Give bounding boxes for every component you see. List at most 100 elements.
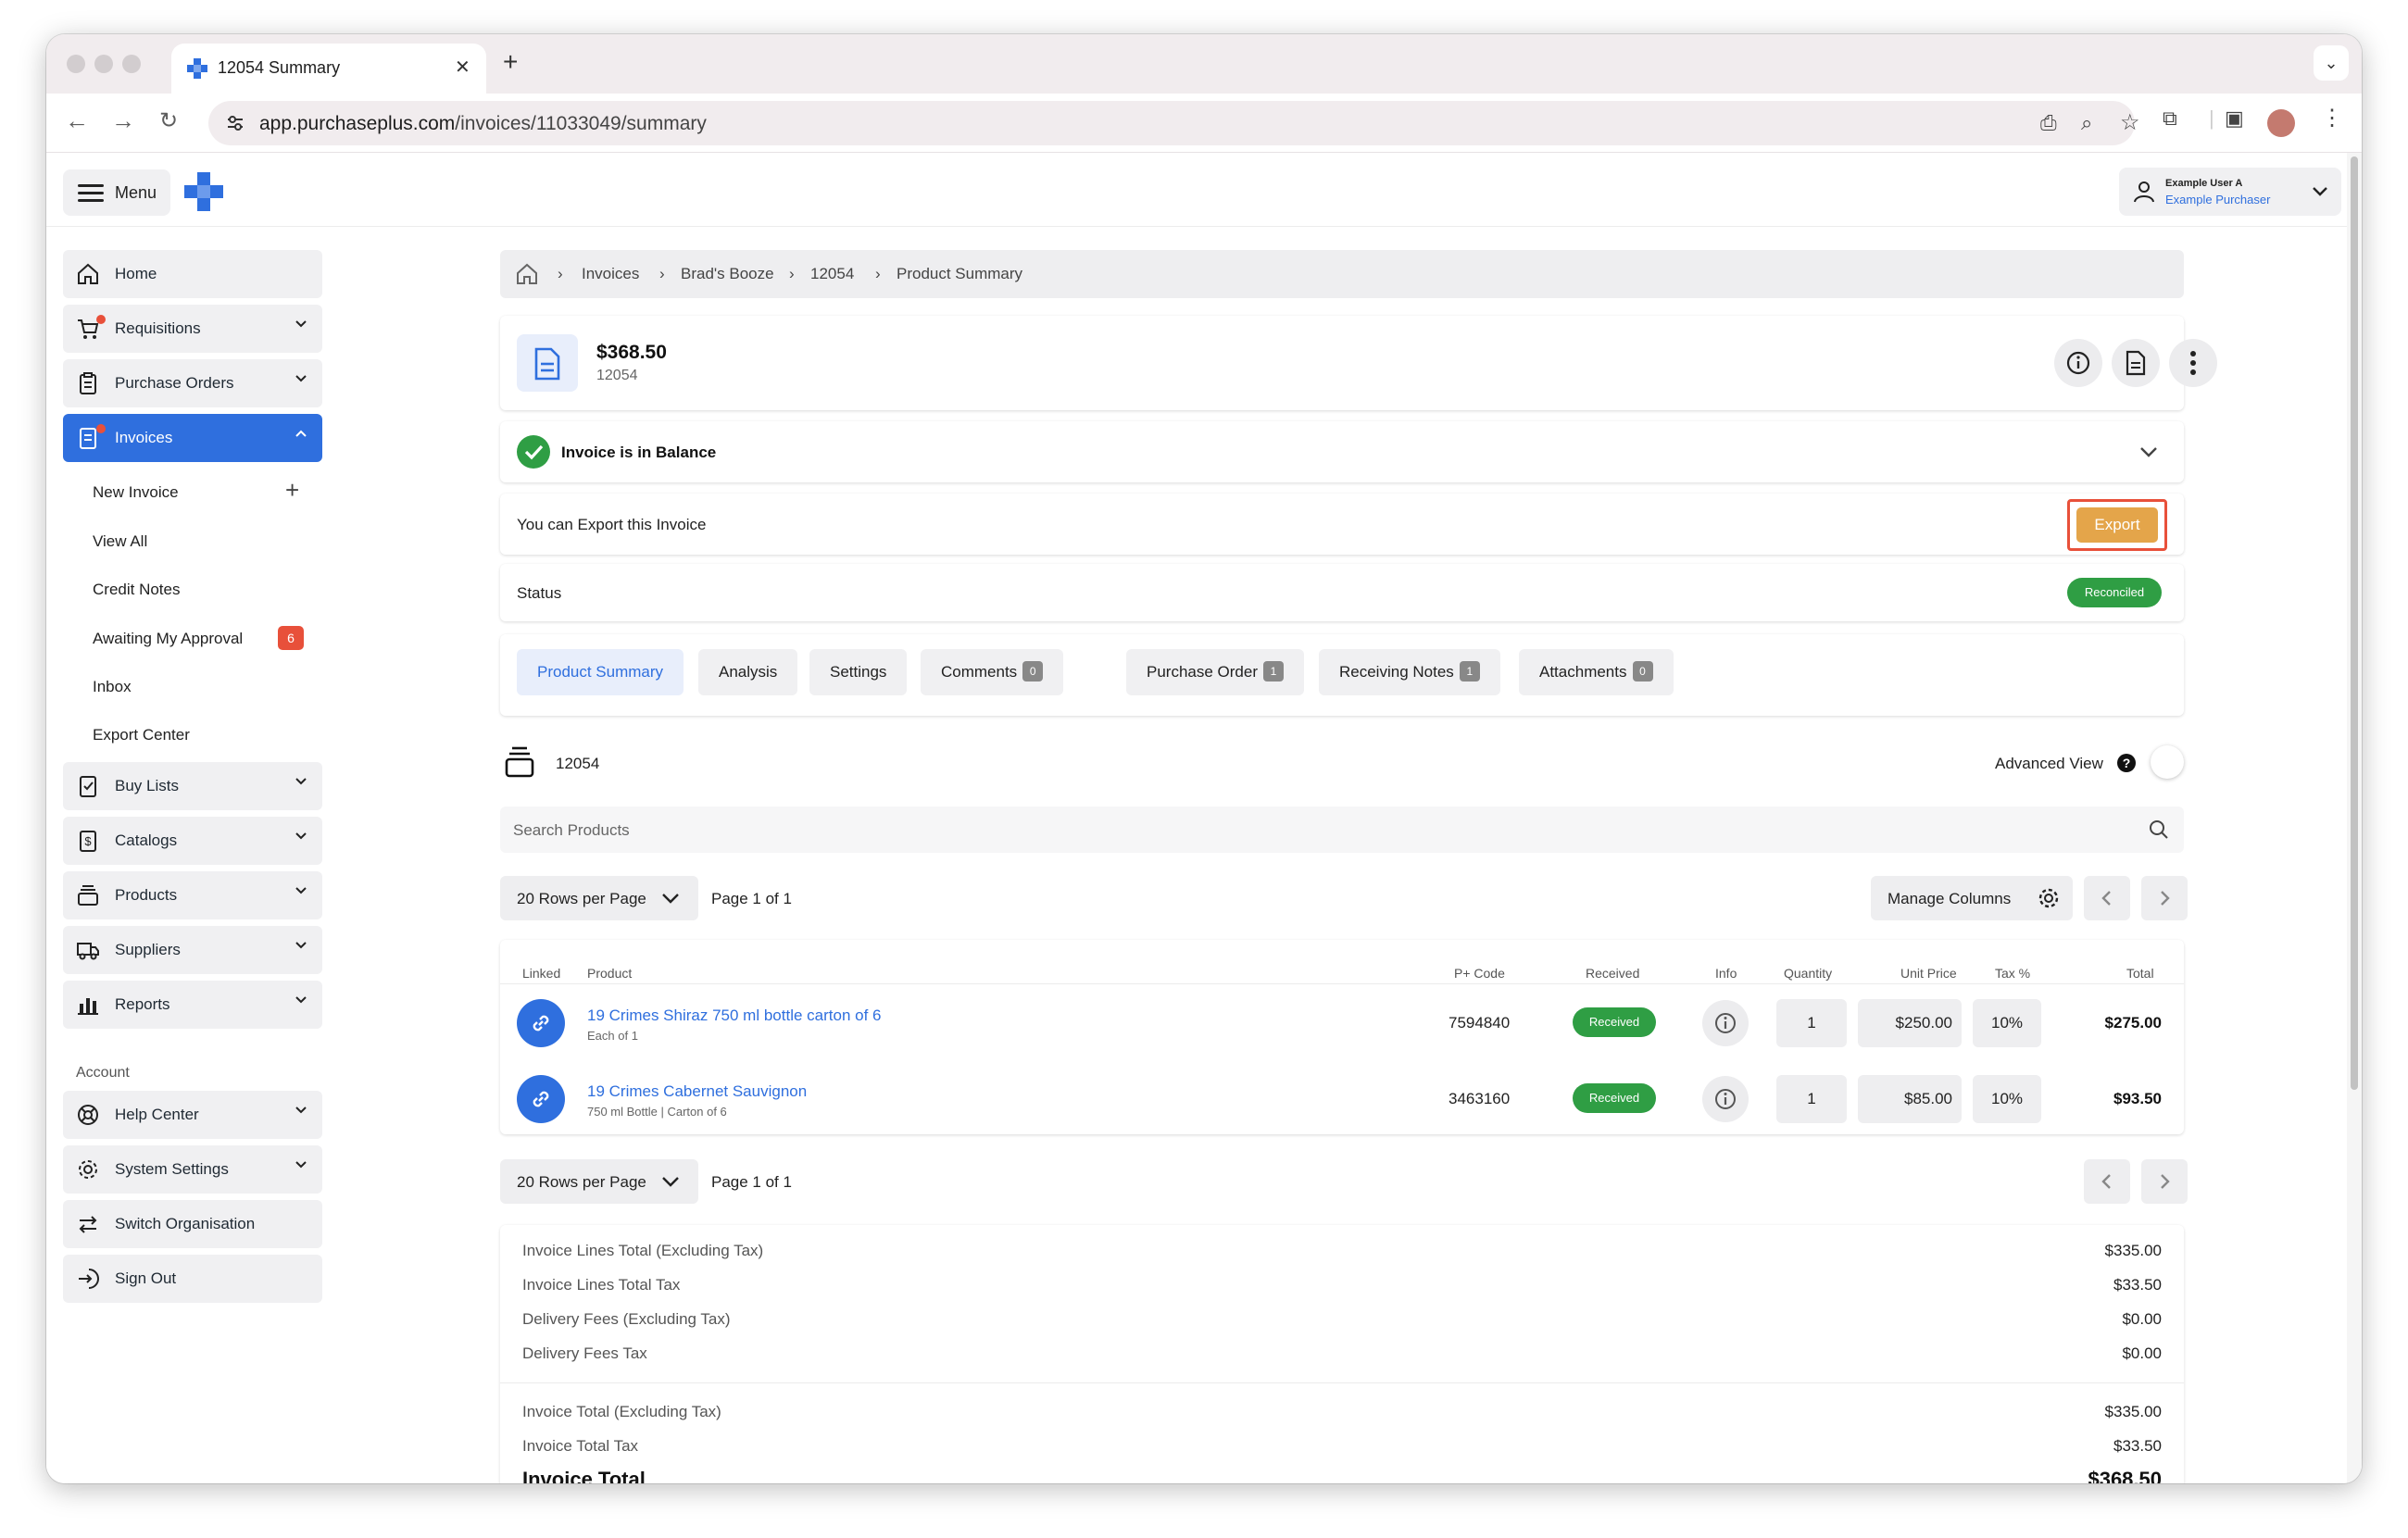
side-panel-icon[interactable]: ▣ (2225, 106, 2244, 131)
sidebar-subitem-export-center[interactable]: Export Center (93, 726, 190, 744)
row-info-button[interactable] (1702, 1000, 1749, 1046)
sidebar-item-sign-out[interactable]: Sign Out (63, 1255, 322, 1303)
browser-tab[interactable]: 12054 Summary ✕ (171, 44, 486, 94)
window-zoom-control[interactable] (122, 55, 141, 73)
info-button[interactable] (2054, 339, 2102, 387)
document-icon (2126, 350, 2146, 376)
tab-settings[interactable]: Settings (809, 649, 908, 695)
site-settings-icon[interactable] (225, 113, 245, 133)
sidebar-item-system-settings[interactable]: System Settings (63, 1145, 322, 1194)
bookmark-star-icon[interactable]: ☆ (2120, 109, 2140, 136)
balance-card[interactable]: Invoice is in Balance (500, 421, 2184, 482)
tab-label: Purchase Order (1147, 663, 1258, 681)
sidebar-item-buy-lists[interactable]: Buy Lists (63, 762, 322, 810)
sidebar-item-products[interactable]: Products (63, 871, 322, 919)
sidebar-subitem-credit-notes[interactable]: Credit Notes (93, 581, 180, 599)
close-tab-icon[interactable]: ✕ (455, 56, 470, 79)
window-minimize-control[interactable] (94, 55, 113, 73)
lifebuoy-icon (78, 1105, 98, 1125)
address-bar[interactable]: app.purchaseplus.com/invoices/11033049/s… (208, 101, 2140, 145)
zoom-icon[interactable]: ⌕ (2081, 111, 2092, 135)
rows-per-page-select-bottom[interactable]: 20 Rows per Page (500, 1159, 698, 1204)
sidebar-item-suppliers[interactable]: Suppliers (63, 926, 322, 974)
product-name-link[interactable]: 19 Crimes Cabernet Sauvignon (587, 1082, 807, 1101)
breadcrumb-invoices[interactable]: Invoices (582, 265, 639, 283)
reload-icon[interactable]: ↻ (159, 107, 178, 134)
back-arrow-icon[interactable]: ← (65, 106, 89, 135)
linked-chain-icon[interactable] (517, 999, 565, 1047)
summary-label: Delivery Fees Tax (522, 1344, 647, 1362)
chevron-down-icon (662, 1177, 679, 1187)
quantity-field[interactable]: 1 (1776, 999, 1847, 1047)
next-page-button[interactable] (2141, 876, 2188, 920)
menu-button[interactable]: Menu (63, 169, 170, 216)
plus-icon[interactable]: + (285, 476, 299, 505)
chevron-right-icon (2161, 891, 2170, 906)
advanced-view-toggle[interactable] (2151, 745, 2184, 779)
export-button[interactable]: Export (2076, 507, 2158, 543)
tab-search-chevron-icon[interactable]: ⌄ (2314, 45, 2349, 81)
sidebar-item-home[interactable]: Home (63, 250, 322, 298)
rows-per-page-select[interactable]: 20 Rows per Page (500, 876, 698, 920)
tab-attachments[interactable]: Attachments 0 (1519, 649, 1674, 695)
tab-analysis[interactable]: Analysis (698, 649, 798, 695)
sidebar-subitem-new-invoice[interactable]: New Invoice (93, 483, 179, 502)
clipboard-icon (80, 372, 96, 394)
hamburger-icon (78, 184, 104, 202)
user-menu-button[interactable]: Example User A Example Purchaser (2119, 168, 2341, 216)
product-name-link[interactable]: 19 Crimes Shiraz 750 ml bottle carton of… (587, 1007, 881, 1025)
new-tab-icon[interactable]: + (503, 47, 518, 77)
previous-page-button[interactable] (2084, 876, 2130, 920)
tab-product-summary[interactable]: Product Summary (517, 649, 684, 695)
more-options-button[interactable] (2169, 339, 2217, 387)
quantity-field[interactable]: 1 (1776, 1075, 1847, 1123)
profile-avatar-icon[interactable] (2267, 109, 2295, 137)
sidebar-item-switch-organisation[interactable]: Switch Organisation (63, 1200, 322, 1248)
sidebar-item-catalogs[interactable]: $ Catalogs (63, 817, 322, 865)
print-document-button[interactable] (2112, 339, 2160, 387)
sidebar-item-requisitions[interactable]: Requisitions (63, 305, 322, 353)
sidebar-item-purchase-orders[interactable]: Purchase Orders (63, 359, 322, 407)
chevron-down-icon[interactable] (2139, 445, 2158, 458)
browser-menu-icon[interactable]: ⋮ (2321, 105, 2343, 131)
linked-chain-icon[interactable] (517, 1075, 565, 1123)
search-products-input[interactable]: Search Products (500, 807, 2184, 853)
toolbar-divider: | (2209, 106, 2214, 130)
sidebar-subitem-inbox[interactable]: Inbox (93, 678, 132, 696)
home-icon[interactable] (515, 262, 539, 286)
unit-price-field[interactable]: $250.00 (1858, 999, 1962, 1047)
install-app-icon[interactable]: ⎙ (2040, 111, 2057, 135)
tab-comments[interactable]: Comments 0 (921, 649, 1064, 695)
chevron-down-icon (295, 1161, 307, 1169)
tax-field[interactable]: 10% (1973, 1075, 2041, 1123)
previous-page-button-bottom[interactable] (2084, 1159, 2130, 1204)
export-prompt-text: You can Export this Invoice (517, 516, 707, 533)
tax-field[interactable]: 10% (1973, 999, 2041, 1047)
chevron-left-icon (2101, 1174, 2111, 1189)
next-page-button-bottom[interactable] (2141, 1159, 2188, 1204)
sidebar-subitem-view-all[interactable]: View All (93, 532, 147, 551)
extensions-icon[interactable]: ⧉ (2163, 106, 2177, 131)
window-close-control[interactable] (67, 55, 85, 73)
sidebar-item-invoices[interactable]: Invoices (63, 414, 322, 462)
received-badge: Received (1573, 1007, 1656, 1037)
help-question-icon[interactable]: ? (2117, 754, 2136, 772)
manage-columns-button[interactable]: Manage Columns (1871, 876, 2073, 920)
manage-columns-label: Manage Columns (1888, 890, 2012, 907)
unit-price-field[interactable]: $85.00 (1858, 1075, 1962, 1123)
page-scrollbar[interactable] (2347, 153, 2362, 1483)
purchaseplus-logo-icon[interactable] (183, 171, 224, 212)
tab-purchase-order[interactable]: Purchase Order 1 (1126, 649, 1304, 695)
sidebar-subitem-awaiting-approval[interactable]: Awaiting My Approval (93, 630, 243, 648)
rows-per-page-value: 20 Rows per Page (517, 1173, 646, 1191)
sidebar-item-help-center[interactable]: Help Center (63, 1091, 322, 1139)
tab-receiving-notes[interactable]: Receiving Notes 1 (1319, 649, 1500, 695)
breadcrumb-supplier[interactable]: Brad's Booze (681, 265, 774, 283)
sidebar-item-reports[interactable]: Reports (63, 981, 322, 1029)
breadcrumb-invoice[interactable]: 12054 (810, 265, 854, 283)
row-info-button[interactable] (1702, 1076, 1749, 1122)
chevron-down-icon (662, 894, 679, 904)
forward-arrow-icon[interactable]: → (111, 106, 135, 135)
scrollbar-thumb[interactable] (2351, 156, 2358, 1090)
search-icon (2150, 820, 2168, 839)
